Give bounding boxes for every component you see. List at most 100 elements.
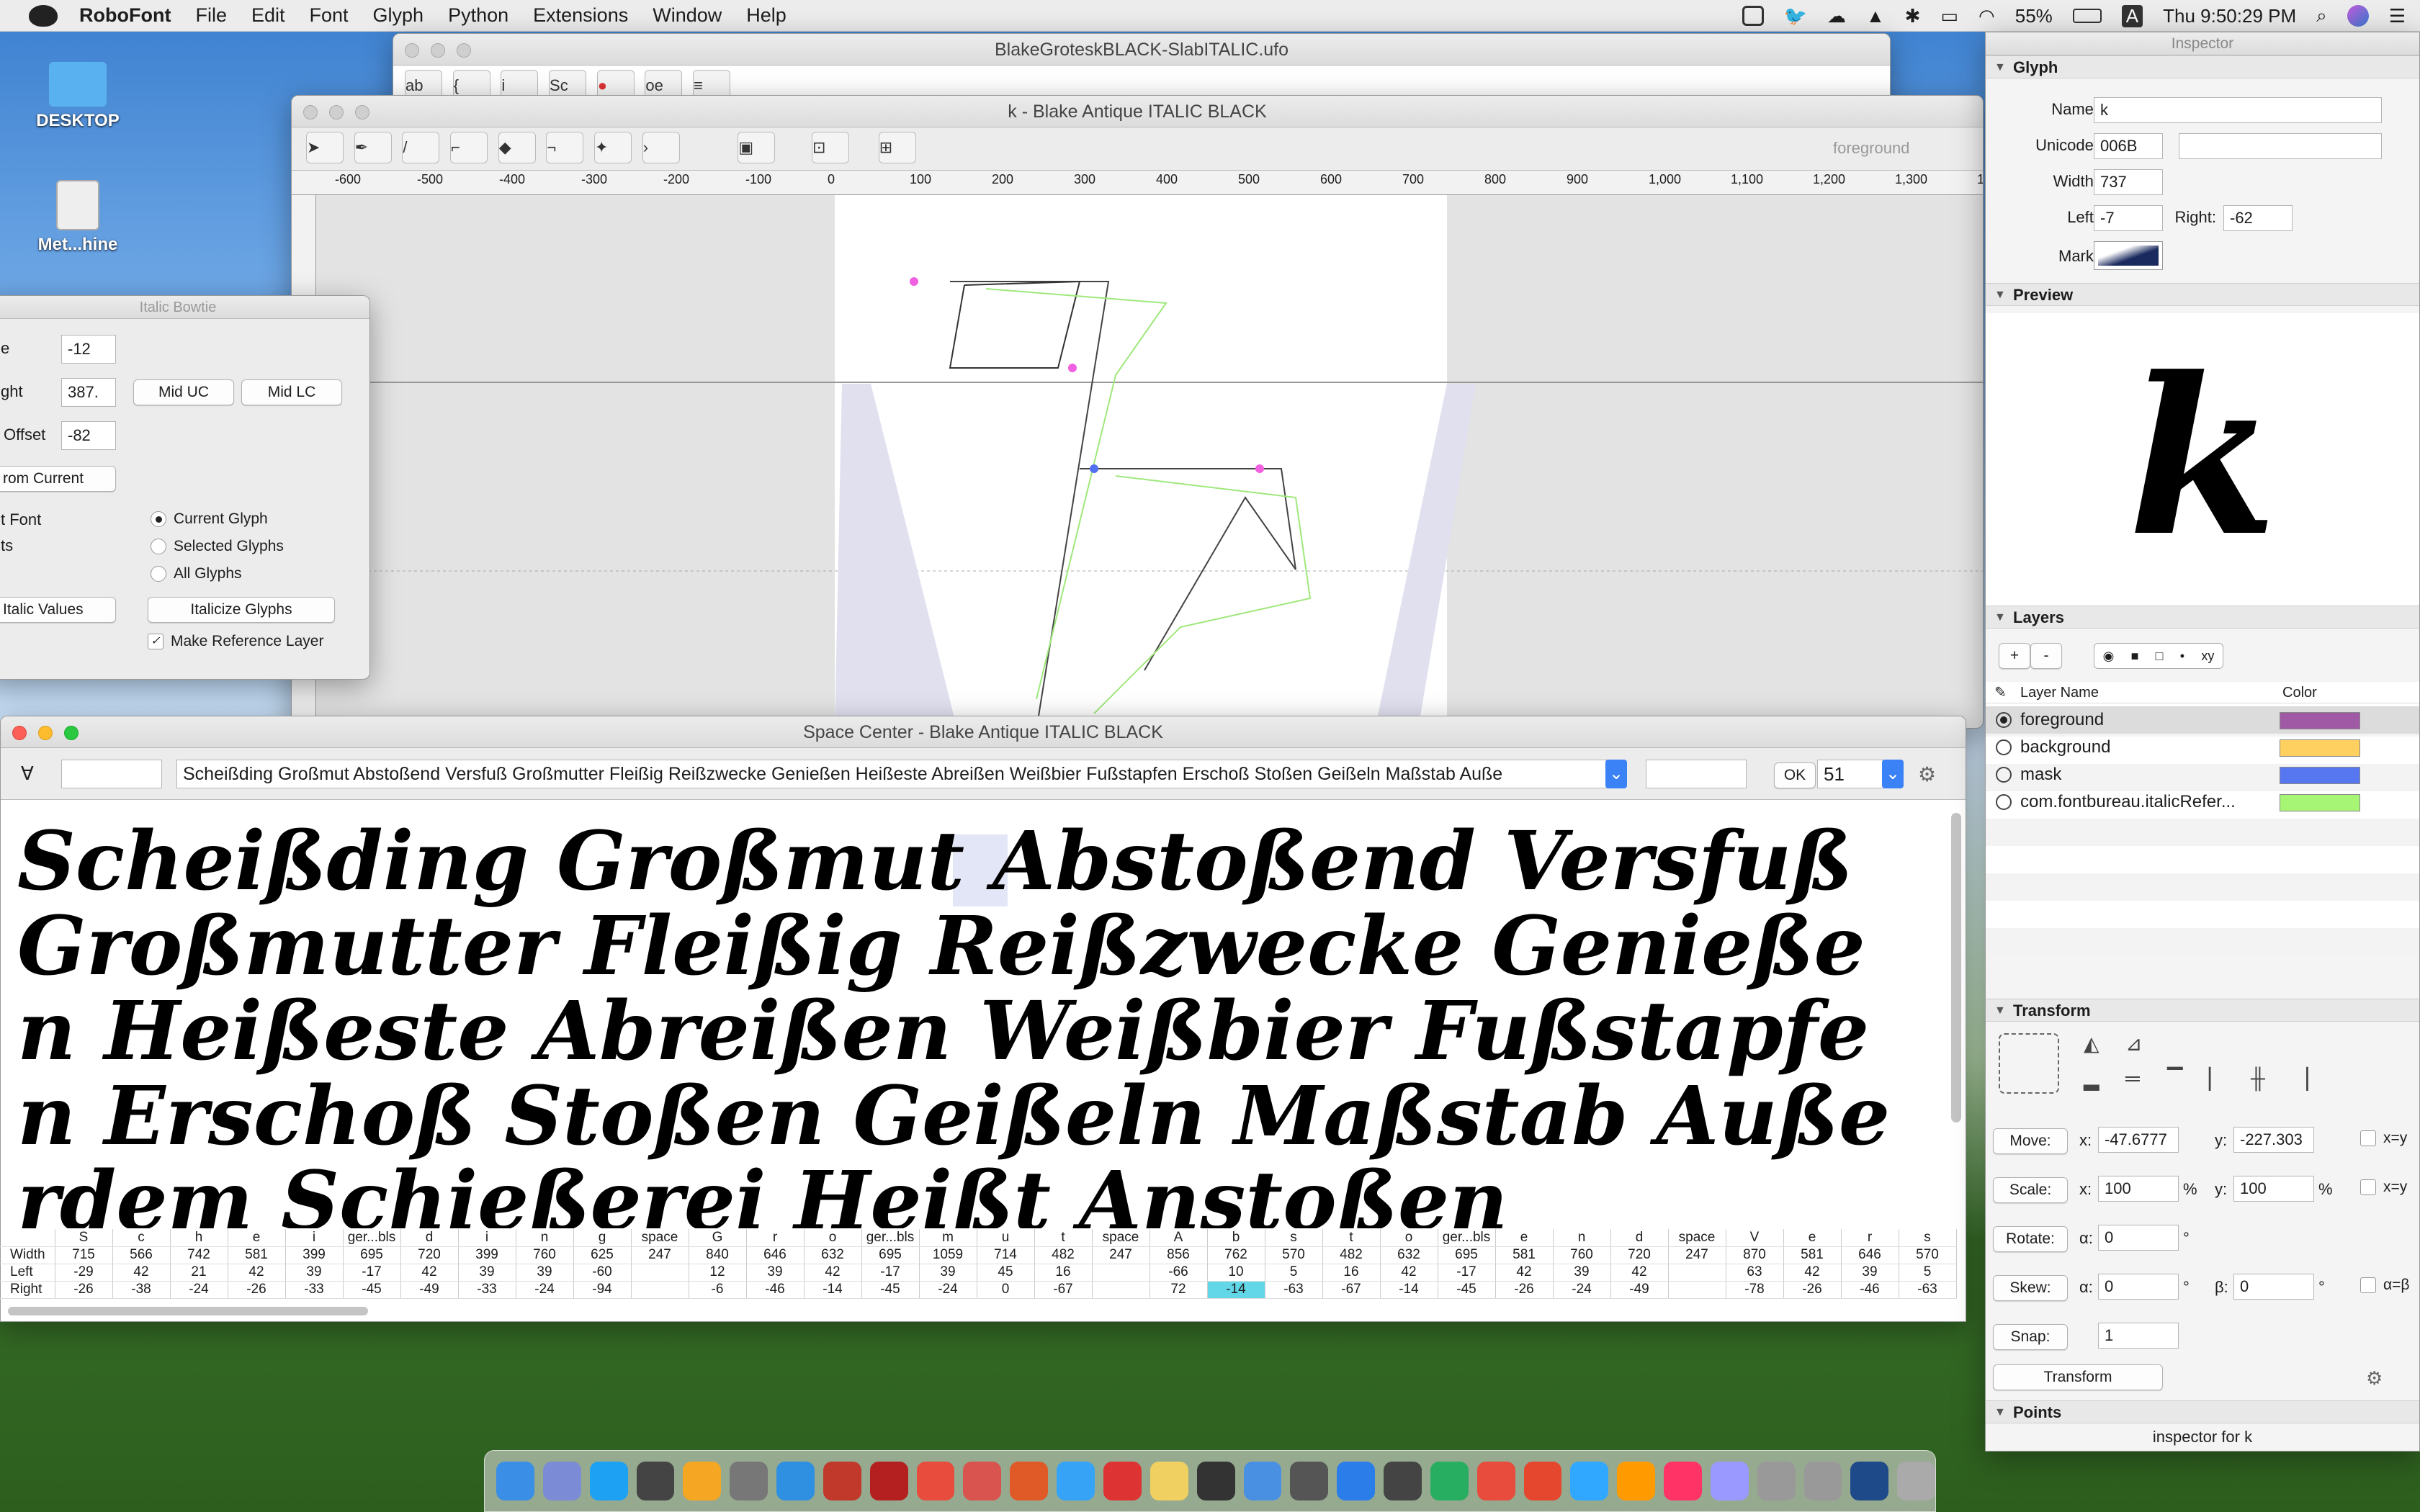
metrics-cell[interactable]: -66	[1150, 1264, 1208, 1282]
close-button[interactable]	[303, 105, 318, 120]
unicode-field[interactable]: 006B	[2094, 133, 2163, 159]
dock-app-icon[interactable]	[1897, 1462, 1936, 1500]
pre-glyph-field[interactable]	[61, 760, 162, 788]
metrics-cell[interactable]	[1092, 1264, 1150, 1282]
twitter-icon[interactable]: 🐦	[1784, 5, 1807, 27]
italic-bowtie-titlebar[interactable]: Italic Bowtie	[0, 296, 369, 319]
dock-app-icon[interactable]	[730, 1462, 768, 1500]
horizontal-scrollbar[interactable]	[8, 1307, 368, 1315]
desktop-disk[interactable]: Met...hine	[20, 180, 135, 255]
from-current-button[interactable]: rom Current	[0, 466, 116, 492]
metrics-cell[interactable]: -63	[1265, 1281, 1323, 1299]
metrics-cell[interactable]: 42	[804, 1264, 862, 1282]
metrics-cell[interactable]: 720	[400, 1246, 459, 1264]
anchor-tool-icon[interactable]: ✦	[594, 132, 632, 163]
metrics-cell[interactable]: 566	[112, 1246, 171, 1264]
metrics-cell[interactable]: -26	[228, 1281, 286, 1299]
add-layer-button[interactable]: +	[1999, 643, 2030, 669]
transform-value-field[interactable]: -227.303	[2233, 1127, 2314, 1153]
point-marker[interactable]	[1068, 364, 1077, 372]
metrics-cell[interactable]: 0	[977, 1281, 1035, 1299]
input-source[interactable]: A	[2121, 4, 2143, 27]
italicize-glyphs-button[interactable]: Italicize Glyphs	[148, 597, 335, 623]
glyph-section-header[interactable]: Glyph	[1986, 55, 2419, 79]
transform-value-field[interactable]: -47.6777	[2098, 1127, 2179, 1153]
metrics-cell[interactable]: -45	[861, 1281, 920, 1299]
knife-tool-icon[interactable]: /	[402, 132, 440, 163]
transform-action-button[interactable]: Move:	[1993, 1128, 2068, 1154]
metrics-cell[interactable]: -14	[804, 1281, 862, 1299]
left-margin-field[interactable]: -7	[2094, 205, 2163, 231]
remove-layer-button[interactable]: -	[2030, 643, 2062, 669]
zoom-button[interactable]	[64, 726, 79, 740]
extension-status-icon[interactable]	[1742, 6, 1764, 26]
battery-percent[interactable]: 55%	[2015, 5, 2053, 27]
metrics-cell[interactable]: 570	[1265, 1246, 1323, 1264]
layers-section-header[interactable]: Layers	[1986, 606, 2419, 629]
dock-app-icon[interactable]	[1057, 1462, 1095, 1500]
metrics-cell[interactable]: -24	[170, 1281, 228, 1299]
metrics-cell[interactable]: -6	[689, 1281, 747, 1299]
metrics-cell[interactable]: 1059	[919, 1246, 977, 1264]
next-tool-icon[interactable]: ›	[642, 132, 680, 163]
menu-help[interactable]: Help	[746, 4, 786, 27]
metrics-cell[interactable]: -67	[1034, 1281, 1093, 1299]
metrics-cell[interactable]: 632	[804, 1246, 862, 1264]
unicode-name-field[interactable]	[2179, 133, 2382, 159]
layer-row[interactable]: background	[1986, 734, 2419, 761]
dock-app-icon[interactable]	[1664, 1462, 1702, 1500]
dock-app-icon[interactable]	[869, 1462, 908, 1500]
metrics-cell[interactable]: -26	[1783, 1281, 1842, 1299]
layer-radio[interactable]	[1996, 767, 2012, 783]
post-glyph-field[interactable]	[1646, 760, 1747, 788]
ok-button[interactable]: OK	[1774, 762, 1816, 788]
metrics-cell[interactable]: -46	[746, 1281, 805, 1299]
coordinates-icon[interactable]: xy	[2201, 649, 2214, 664]
dock-app-icon[interactable]	[916, 1462, 955, 1500]
preview-tool-icon[interactable]: ⊡	[812, 132, 850, 163]
clock[interactable]: Thu 9:50:29 PM	[2163, 5, 2296, 27]
flip-horizontal-icon[interactable]: ◭	[2084, 1032, 2120, 1061]
desktop-folder[interactable]: DESKTOP	[20, 62, 135, 131]
metrics-cell[interactable]: -45	[343, 1281, 401, 1299]
mid-lc-button[interactable]: Mid LC	[241, 379, 342, 405]
dock-app-icon[interactable]	[963, 1462, 1002, 1500]
minimize-button[interactable]	[38, 726, 53, 740]
dock-app-icon[interactable]	[1570, 1462, 1609, 1500]
battery-icon[interactable]	[2072, 9, 2102, 23]
mid-uc-button[interactable]: Mid UC	[133, 379, 234, 405]
metrics-cell[interactable]: 625	[573, 1246, 632, 1264]
inspector-titlebar[interactable]: Inspector	[1986, 32, 2419, 55]
metrics-cell[interactable]: -78	[1726, 1281, 1784, 1299]
metrics-cell[interactable]: 39	[1841, 1264, 1899, 1282]
metrics-cell[interactable]: 632	[1380, 1246, 1438, 1264]
metrics-cell[interactable]: 39	[516, 1264, 574, 1282]
metrics-cell[interactable]: -26	[1495, 1281, 1554, 1299]
transform-value-field[interactable]: 0	[2098, 1274, 2179, 1300]
metrics-cell[interactable]	[631, 1264, 689, 1282]
layer-color-swatch[interactable]	[2280, 767, 2360, 784]
dock-app-icon[interactable]	[823, 1462, 861, 1500]
metrics-cell[interactable]: 742	[170, 1246, 228, 1264]
metrics-cell[interactable]: -38	[112, 1281, 171, 1299]
menu-window[interactable]: Window	[653, 4, 722, 27]
metrics-cell[interactable]: 10	[1207, 1264, 1265, 1282]
siri-icon[interactable]	[2347, 5, 2369, 27]
font-window-titlebar[interactable]: BlakeGroteskBLACK-SlabITALIC.ufo	[393, 34, 1890, 66]
metrics-cell[interactable]: 39	[919, 1264, 977, 1282]
gear-icon[interactable]: ⚙	[1918, 762, 1936, 786]
corner-tool-icon[interactable]: ¬	[546, 132, 584, 163]
metrics-cell[interactable]: 42	[228, 1264, 286, 1282]
metrics-cell[interactable]: 720	[1610, 1246, 1669, 1264]
layer-color-swatch[interactable]	[2280, 739, 2360, 757]
menu-python[interactable]: Python	[448, 4, 508, 27]
dock-app-icon[interactable]	[683, 1462, 722, 1500]
dock-app-icon[interactable]	[1243, 1462, 1282, 1500]
layer-color-swatch[interactable]	[2280, 794, 2360, 811]
metrics-cell[interactable]	[1092, 1281, 1150, 1299]
menu-extensions[interactable]: Extensions	[533, 4, 628, 27]
metrics-cell[interactable]: -17	[1438, 1264, 1496, 1282]
metrics-cell[interactable]: 39	[1553, 1264, 1611, 1282]
dock-app-icon[interactable]	[496, 1462, 534, 1500]
metrics-cell[interactable]: 399	[458, 1246, 516, 1264]
